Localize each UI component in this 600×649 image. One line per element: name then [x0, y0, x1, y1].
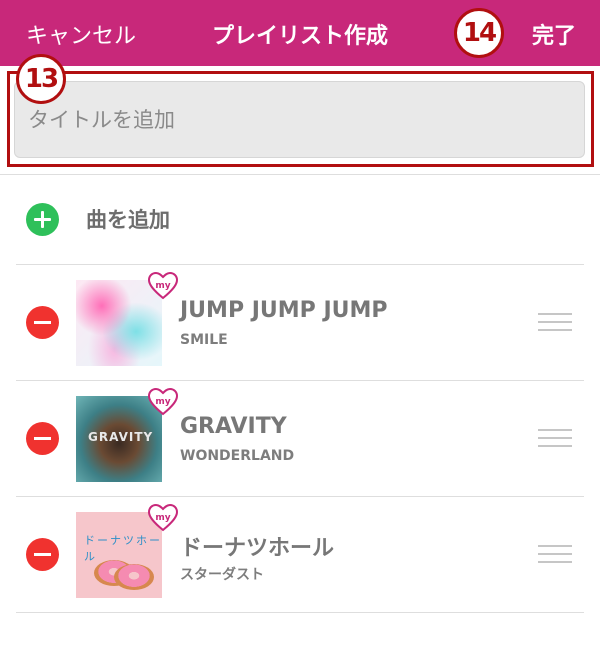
done-button[interactable]: 完了 [532, 18, 576, 50]
svg-text:my: my [155, 281, 170, 291]
svg-text:my: my [155, 513, 170, 523]
add-song-button[interactable]: 曲を追加 [0, 175, 600, 263]
song-row: ドーナツホール my ドーナツホール スターダスト [0, 496, 600, 612]
remove-song-button[interactable] [26, 538, 59, 571]
song-title: ドーナツホール [180, 536, 335, 561]
album-cover-text: ドーナツホール [84, 534, 162, 563]
heart-my-icon: my [148, 388, 178, 416]
svg-text:my: my [155, 397, 170, 407]
drag-handle-icon[interactable] [538, 429, 572, 447]
remove-song-button[interactable] [26, 422, 59, 455]
playlist-title-input[interactable] [14, 81, 585, 158]
donut-image [114, 564, 154, 590]
annotation-badge-title: 13 [16, 54, 66, 104]
song-row: my JUMP JUMP JUMP SMILE [0, 264, 600, 380]
drag-handle-icon[interactable] [538, 313, 572, 331]
song-title: GRAVITY [180, 414, 287, 439]
song-artist: WONDERLAND [180, 448, 295, 464]
album-cover-text: GRAVITY [88, 430, 154, 444]
heart-my-icon: my [148, 272, 178, 300]
song-artist: スターダスト [180, 567, 264, 583]
header-bar: キャンセル プレイリスト作成 完了 [0, 0, 600, 66]
remove-song-button[interactable] [26, 306, 59, 339]
song-title: JUMP JUMP JUMP [180, 298, 388, 323]
heart-my-icon: my [148, 504, 178, 532]
annotation-badge-done: 14 [454, 8, 504, 58]
plus-circle-icon [26, 203, 59, 236]
add-song-label: 曲を追加 [86, 208, 170, 232]
cancel-button[interactable]: キャンセル [26, 18, 136, 50]
divider [16, 612, 584, 613]
song-row: GRAVITY my GRAVITY WONDERLAND [0, 380, 600, 496]
drag-handle-icon[interactable] [538, 545, 572, 563]
song-artist: SMILE [180, 332, 228, 348]
